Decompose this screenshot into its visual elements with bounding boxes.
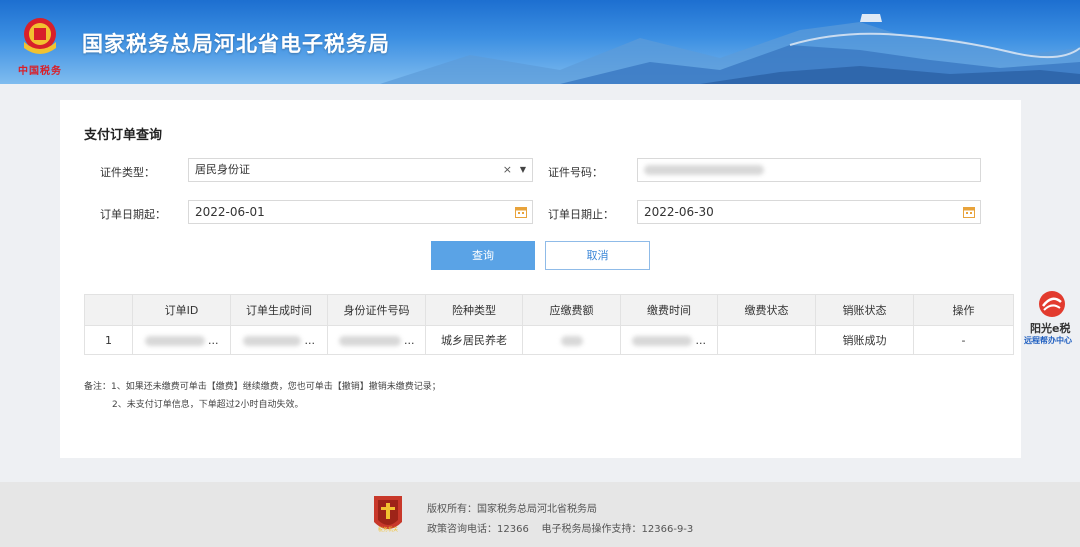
col-writeoff-status: 销账状态: [815, 294, 914, 326]
id-type-select[interactable]: 居民身份证 × ▼: [188, 158, 533, 182]
tax-authority-emblem-icon: 税务机关: [374, 496, 402, 533]
hotline-text: 政策咨询电话：12366 电子税务局操作支持：12366-9-3: [427, 524, 694, 535]
end-date-value: 2022-06-30: [644, 205, 714, 219]
col-pay-time: 缴费时间: [620, 294, 718, 326]
help-subtitle: 远程帮办中心: [1024, 336, 1072, 345]
cell-index: 1: [84, 325, 133, 355]
logo-text: 中国税务: [18, 66, 62, 77]
svg-text:税务机关: 税务机关: [378, 526, 398, 533]
query-button[interactable]: 查询: [431, 241, 535, 270]
table-row[interactable]: 1 ... ... ... 城乡居民养老 ... 销账成功 -: [84, 325, 1014, 355]
cell-order-time: ...: [230, 325, 328, 355]
orders-table: 订单ID 订单生成时间 身份证件号码 险种类型 应缴费额 缴费时间 缴费状态 销…: [84, 294, 1014, 355]
help-brand: 阳光e税: [1030, 322, 1071, 335]
clear-icon[interactable]: ×: [503, 159, 512, 181]
panel-title: 支付订单查询: [84, 128, 163, 143]
cell-insurance-type: 城乡居民养老: [425, 325, 523, 355]
site-header: 中国税务 国家税务总局河北省电子税务局: [0, 0, 1080, 84]
start-date-value: 2022-06-01: [195, 205, 265, 219]
col-operation: 操作: [913, 294, 1014, 326]
id-number-label: 证件号码：: [548, 166, 603, 179]
col-order-id: 订单ID: [132, 294, 231, 326]
col-pay-status: 缴费状态: [717, 294, 816, 326]
note-line-1: 备注：1、如果还未缴费可单击【缴费】继续缴费，您也可单击【撤销】撤销未缴费记录；: [84, 382, 441, 392]
tax-emblem-icon: [24, 18, 56, 54]
cell-order-id: ...: [132, 325, 231, 355]
col-order-time: 订单生成时间: [230, 294, 328, 326]
calendar-icon[interactable]: [515, 206, 527, 218]
sunshine-logo-icon: [1039, 291, 1065, 317]
cell-pay-status: [717, 325, 816, 355]
remote-help-widget[interactable]: 阳光e税 远程帮办中心: [1024, 290, 1080, 350]
col-index: [84, 294, 133, 326]
redacted-id-number: [644, 165, 764, 175]
site-footer: 税务机关 版权所有：国家税务总局河北省税务局 政策咨询电话：12366 电子税务…: [0, 482, 1080, 547]
cell-amount-due: [522, 325, 621, 355]
start-date-label: 订单日期起：: [100, 208, 166, 221]
cell-operation[interactable]: -: [913, 325, 1014, 355]
start-date-input[interactable]: 2022-06-01: [188, 200, 533, 224]
id-type-value: 居民身份证: [195, 163, 250, 176]
cell-id-number: ...: [327, 325, 426, 355]
col-id-number: 身份证件号码: [327, 294, 426, 326]
cell-writeoff-status: 销账成功: [815, 325, 914, 355]
calendar-icon[interactable]: [963, 206, 975, 218]
id-number-input[interactable]: [637, 158, 981, 182]
query-panel: 支付订单查询 证件类型： 居民身份证 × ▼ 证件号码： 订单日期起： 2022…: [60, 100, 1021, 458]
col-insurance-type: 险种类型: [425, 294, 523, 326]
id-type-label: 证件类型：: [100, 166, 155, 179]
note-line-2: 2、未支付订单信息，下单超过2小时自动失效。: [112, 400, 304, 410]
site-title: 国家税务总局河北省电子税务局: [82, 32, 390, 56]
cell-pay-time: ...: [620, 325, 718, 355]
cancel-button[interactable]: 取消: [545, 241, 650, 270]
chevron-down-icon[interactable]: ▼: [520, 159, 526, 181]
end-date-input[interactable]: 2022-06-30: [637, 200, 981, 224]
table-header-row: 订单ID 订单生成时间 身份证件号码 险种类型 应缴费额 缴费时间 缴费状态 销…: [84, 294, 1014, 326]
end-date-label: 订单日期止：: [548, 208, 614, 221]
col-amount-due: 应缴费额: [522, 294, 621, 326]
copyright-text: 版权所有：国家税务总局河北省税务局: [427, 504, 597, 515]
